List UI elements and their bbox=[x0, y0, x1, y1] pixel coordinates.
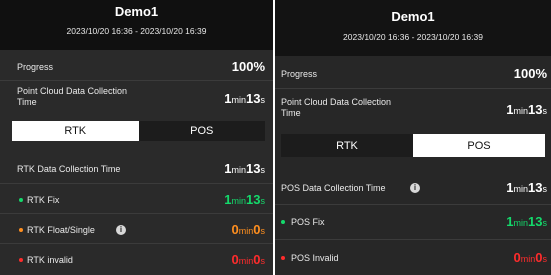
item-value: 0min0s bbox=[231, 252, 265, 267]
status-dot-icon bbox=[281, 220, 285, 224]
progress-row: Progress 100% bbox=[0, 58, 273, 78]
point-cloud-time-label: Point Cloud Data Collection Time bbox=[281, 97, 392, 118]
list-item: POS Fix 1min13s bbox=[275, 213, 551, 231]
tab-rtk[interactable]: RTK bbox=[281, 134, 413, 157]
divider bbox=[0, 80, 273, 81]
item-label: POS Invalid bbox=[291, 253, 339, 263]
right-panel: Demo1 2023/10/20 16:36 - 2023/10/20 16:3… bbox=[275, 0, 551, 275]
time-range: 2023/10/20 16:36 - 2023/10/20 16:39 bbox=[343, 32, 483, 42]
tab-switch: RTK POS bbox=[281, 134, 545, 157]
list-item: RTK Fix 1min13s bbox=[0, 191, 273, 209]
status-dot-icon bbox=[281, 256, 285, 260]
progress-label: Progress bbox=[17, 62, 54, 72]
tab-rtk[interactable]: RTK bbox=[12, 121, 139, 141]
tab-switch: RTK POS bbox=[12, 121, 265, 141]
divider bbox=[0, 183, 273, 184]
point-cloud-time-row: Point Cloud Data Collection Time 1min13s bbox=[275, 96, 551, 122]
left-panel: Demo1 2023/10/20 16:36 - 2023/10/20 16:3… bbox=[0, 0, 273, 275]
panel-header: Demo1 2023/10/20 16:36 - 2023/10/20 16:3… bbox=[0, 0, 273, 50]
project-title: Demo1 bbox=[114, 4, 159, 19]
list-item: RTK Float/Single i 0min0s bbox=[0, 221, 273, 239]
info-icon[interactable]: i bbox=[116, 225, 126, 235]
list-item: RTK invalid 0min0s bbox=[0, 251, 273, 269]
divider bbox=[275, 239, 551, 240]
tab-pos[interactable]: POS bbox=[139, 121, 266, 141]
item-label: RTK invalid bbox=[27, 255, 73, 265]
time-range: 2023/10/20 16:36 - 2023/10/20 16:39 bbox=[66, 26, 207, 36]
item-value: 1min13s bbox=[224, 192, 265, 207]
point-cloud-time-label: Point Cloud Data Collection Time bbox=[17, 86, 128, 107]
progress-row: Progress 100% bbox=[275, 64, 551, 84]
section-time-row: POS Data Collection Time i 1min13s bbox=[275, 179, 551, 199]
progress-value: 100% bbox=[513, 66, 547, 81]
divider bbox=[275, 88, 551, 89]
item-label: RTK Fix bbox=[27, 195, 60, 205]
item-value: 0min0s bbox=[513, 250, 547, 265]
item-value: 1min13s bbox=[506, 214, 547, 229]
section-time-row: RTK Data Collection Time 1min13s bbox=[0, 160, 273, 180]
progress-label: Progress bbox=[281, 69, 318, 79]
divider bbox=[0, 213, 273, 214]
panel-header: Demo1 2023/10/20 16:36 - 2023/10/20 16:3… bbox=[275, 0, 551, 56]
status-dot-icon bbox=[19, 228, 23, 232]
project-title: Demo1 bbox=[391, 9, 435, 24]
list-item: POS Invalid 0min0s bbox=[275, 249, 551, 267]
point-cloud-time-row: Point Cloud Data Collection Time 1min13s bbox=[0, 85, 273, 111]
item-value: 0min0s bbox=[231, 222, 265, 237]
tab-pos[interactable]: POS bbox=[413, 134, 545, 157]
point-cloud-time-value: 1min13s bbox=[224, 91, 265, 106]
section-time-value: 1min13s bbox=[506, 180, 547, 195]
progress-value: 100% bbox=[231, 59, 265, 74]
divider bbox=[0, 243, 273, 244]
section-time-label: RTK Data Collection Time bbox=[17, 164, 121, 174]
info-icon[interactable]: i bbox=[410, 183, 420, 193]
section-time-label: POS Data Collection Time bbox=[281, 183, 386, 193]
divider bbox=[275, 204, 551, 205]
section-time-value: 1min13s bbox=[224, 161, 265, 176]
status-dot-icon bbox=[19, 198, 23, 202]
item-label: RTK Float/Single bbox=[27, 225, 95, 235]
status-dot-icon bbox=[19, 258, 23, 262]
point-cloud-time-value: 1min13s bbox=[506, 102, 547, 117]
item-label: POS Fix bbox=[291, 217, 325, 227]
